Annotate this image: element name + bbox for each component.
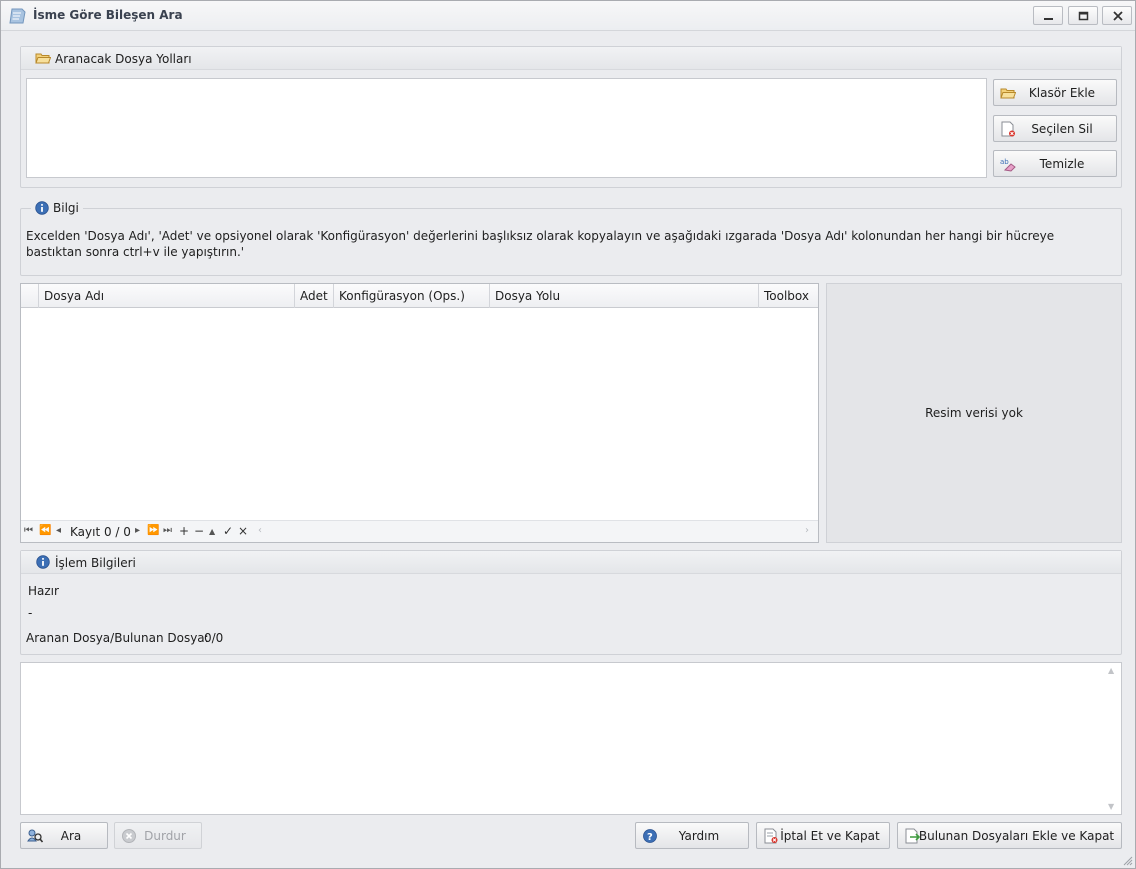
cancel-close-button[interactable]: İptal Et ve Kapat	[756, 822, 890, 849]
save-record-icon[interactable]: ✓	[223, 524, 233, 538]
process-info-title: İşlem Bilgileri	[55, 556, 136, 570]
search-paths-title: Aranacak Dosya Yolları	[55, 52, 192, 66]
search-paths-group: Aranacak Dosya Yolları Klasör Ekle Seçil…	[20, 46, 1122, 188]
grid-navigator: ⏮ ⏪ ◂ Kayıt 0 / 0 ▸ ⏩ ⏭ + − ▲ ✓ × ‹ ›	[21, 520, 818, 542]
next-record-icon[interactable]: ▸	[135, 525, 140, 536]
record-counter: Kayıt 0 / 0	[70, 525, 131, 539]
next-page-icon[interactable]: ⏩	[147, 525, 159, 536]
grid-indicator-column	[21, 284, 39, 308]
previous-record-icon[interactable]: ◂	[56, 525, 61, 536]
log-scrollbar[interactable]: ▲ ▼	[1103, 663, 1121, 814]
file-grid[interactable]: Dosya Adı Adet Konfigürasyon (Ops.) Dosy…	[20, 283, 819, 543]
add-found-files-close-label: Bulunan Dosyaları Ekle ve Kapat	[918, 829, 1115, 843]
last-record-icon[interactable]: ⏭	[163, 525, 172, 536]
file-count-label: Aranan Dosya/Bulunan Dosya:	[26, 631, 209, 645]
delete-record-icon[interactable]: −	[194, 524, 204, 538]
search-paths-list[interactable]	[26, 78, 987, 178]
minimize-button[interactable]	[1033, 6, 1063, 25]
remove-selected-label: Seçilen Sil	[1031, 122, 1093, 136]
column-header-toolbox[interactable]: Toolbox	[759, 284, 818, 308]
column-header-configuration[interactable]: Konfigürasyon (Ops.)	[334, 284, 490, 308]
document-search-icon	[9, 8, 26, 24]
scroll-up-icon[interactable]: ▲	[1108, 666, 1114, 675]
maximize-icon	[1078, 11, 1089, 21]
help-button[interactable]: ? Yardım	[635, 822, 749, 849]
main-window: İsme Göre Bileşen Ara Aranacak Dosya Yol…	[0, 0, 1136, 869]
info-text: Excelden 'Dosya Adı', 'Adet' ve opsiyone…	[26, 229, 1055, 259]
help-label: Yardım	[678, 829, 720, 843]
add-record-icon[interactable]: +	[179, 524, 189, 538]
window-title: İsme Göre Bileşen Ara	[33, 8, 183, 22]
column-header-quantity[interactable]: Adet	[295, 284, 334, 308]
folder-open-icon	[35, 53, 51, 64]
scroll-left-icon[interactable]: ‹	[258, 525, 262, 536]
process-info-group: İşlem Bilgileri Hazır - Aranan Dosya/Bul…	[20, 550, 1122, 655]
info-group: Bilgi Excelden 'Dosya Adı', 'Adet' ve op…	[20, 199, 1122, 276]
info-icon	[36, 555, 50, 569]
first-record-icon[interactable]: ⏮	[24, 525, 33, 536]
minimize-icon	[1044, 18, 1053, 20]
info-legend: Bilgi	[31, 199, 83, 217]
add-folder-button[interactable]: Klasör Ekle	[993, 79, 1117, 106]
edit-record-icon[interactable]: ▲	[209, 527, 215, 536]
info-title: Bilgi	[53, 201, 79, 215]
search-paths-header: Aranacak Dosya Yolları	[21, 47, 1121, 70]
info-icon	[35, 201, 49, 215]
close-button[interactable]	[1102, 6, 1132, 25]
status-detail: -	[28, 606, 33, 620]
previous-page-icon[interactable]: ⏪	[39, 525, 51, 536]
stop-button[interactable]: Durdur	[114, 822, 202, 849]
column-header-file-path[interactable]: Dosya Yolu	[490, 284, 759, 308]
scroll-right-icon[interactable]: ›	[805, 525, 809, 536]
status-text: Hazır	[28, 584, 59, 598]
resize-grip-icon[interactable]	[1123, 856, 1133, 866]
clear-button[interactable]: ab Temizle	[993, 150, 1117, 177]
add-found-files-close-button[interactable]: Bulunan Dosyaları Ekle ve Kapat	[897, 822, 1122, 849]
stop-label: Durdur	[144, 829, 186, 843]
process-info-header: İşlem Bilgileri	[21, 551, 1121, 574]
clear-label: Temizle	[1039, 157, 1085, 171]
cancel-edit-icon[interactable]: ×	[238, 524, 248, 538]
search-button[interactable]: Ara	[20, 822, 108, 849]
file-count-value: 0/0	[204, 631, 224, 645]
close-icon	[1113, 11, 1123, 21]
title-bar[interactable]: İsme Göre Bileşen Ara	[1, 1, 1135, 31]
no-image-text: Resim verisi yok	[925, 406, 1023, 420]
add-folder-label: Klasör Ekle	[1028, 86, 1096, 100]
cancel-close-label: İptal Et ve Kapat	[780, 829, 880, 843]
log-textarea[interactable]: ▲ ▼	[20, 662, 1122, 815]
maximize-button[interactable]	[1068, 6, 1098, 25]
column-header-file-name[interactable]: Dosya Adı	[39, 284, 295, 308]
search-label: Ara	[60, 829, 82, 843]
grid-header: Dosya Adı Adet Konfigürasyon (Ops.) Dosy…	[21, 284, 818, 308]
image-preview-panel: Resim verisi yok	[826, 283, 1122, 543]
scroll-down-icon[interactable]: ▼	[1108, 802, 1114, 811]
remove-selected-button[interactable]: Seçilen Sil	[993, 115, 1117, 142]
